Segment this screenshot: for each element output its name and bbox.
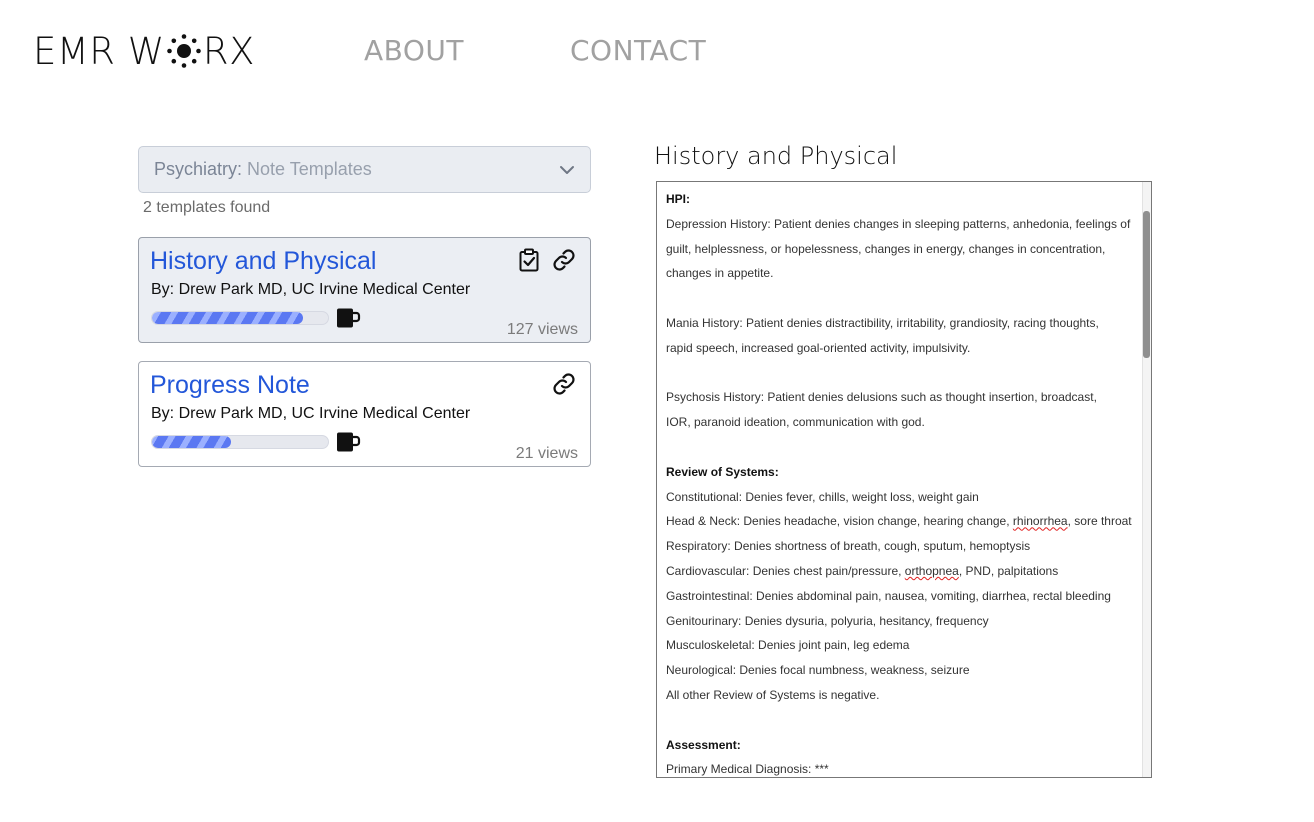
preview-line: Gastrointestinal: Denies abdominal pain,… [666, 588, 1111, 603]
logo-text-start: EMR W [33, 29, 165, 73]
template-category-select[interactable]: Psychiatry: Note Templates [138, 146, 591, 193]
misspelled-word[interactable]: rhinorrhea [1013, 514, 1068, 528]
preview-line: Head & Neck: Denies headache, vision cha… [666, 514, 1132, 529]
coffee-mug-icon [337, 308, 361, 328]
clipboard-check-icon[interactable] [517, 248, 541, 272]
preview-line: Depression History: Patient denies chang… [666, 216, 1131, 231]
logo-text-end: RX [202, 29, 255, 73]
preview-section-heading: Assessment: [666, 737, 741, 752]
template-card-progress-note[interactable]: Progress Note By: Drew Park MD, UC Irvin… [138, 361, 591, 467]
preview-line: changes in appetite. [666, 266, 774, 281]
preview-line: Cardiovascular: Denies chest pain/pressu… [666, 563, 1059, 578]
preview-blank-line [666, 361, 1136, 386]
template-author: By: Drew Park MD, UC Irvine Medical Cent… [151, 281, 471, 298]
popularity-bar [151, 435, 329, 449]
preview-line: Constitutional: Denies fever, chills, we… [666, 489, 979, 504]
emr-worx-logo[interactable]: EMR W RX [33, 26, 255, 76]
preview-line: Neurological: Denies focal numbness, wea… [666, 663, 970, 678]
sun-icon [167, 34, 201, 68]
preview-scrollbar[interactable] [1142, 182, 1151, 777]
template-author: By: Drew Park MD, UC Irvine Medical Cent… [151, 405, 471, 422]
coffee-mug-icon [337, 432, 361, 452]
template-title[interactable]: History and Physical [150, 247, 376, 276]
template-title[interactable]: Progress Note [150, 371, 310, 400]
popularity-bar-fill [152, 436, 232, 448]
preview-section-heading: Review of Systems: [666, 464, 779, 479]
preview-blank-line [666, 435, 1136, 460]
preview-line: All other Review of Systems is negative. [666, 687, 880, 702]
preview-line: Genitourinary: Denies dysuria, polyuria,… [666, 613, 989, 628]
template-card-history-and-physical[interactable]: History and Physical By: Drew Park MD, U… [138, 237, 591, 343]
scrollbar-thumb[interactable] [1143, 211, 1150, 358]
specialty-label: Psychiatry: [154, 159, 243, 179]
preview-line: Musculoskeletal: Denies joint pain, leg … [666, 638, 910, 653]
template-preview-textarea[interactable]: HPI: Depression History: Patient denies c… [656, 181, 1152, 778]
link-icon[interactable] [552, 248, 576, 272]
preview-content[interactable]: HPI: Depression History: Patient denies c… [666, 187, 1136, 777]
preview-title: History and Physical [654, 142, 898, 170]
view-count: 127 views [506, 321, 578, 338]
preview-line: rapid speech, increased goal-oriented ac… [666, 340, 971, 355]
view-count: 21 views [515, 445, 578, 462]
results-count: 2 templates found [143, 199, 271, 216]
preview-line: Primary Medical Diagnosis: *** [666, 762, 829, 777]
chevron-down-icon [560, 166, 574, 174]
preview-blank-line [666, 286, 1136, 311]
popularity-bar [151, 311, 329, 325]
preview-section-heading: HPI: [666, 192, 690, 206]
selected-category: Note Templates [247, 159, 372, 179]
popularity-bar-fill [152, 312, 304, 324]
preview-line: Mania History: Patient denies distractib… [666, 315, 1099, 330]
preview-blank-line [666, 708, 1136, 733]
preview-line: IOR, paranoid ideation, communication wi… [666, 415, 925, 430]
link-icon[interactable] [552, 372, 576, 396]
preview-line: Respiratory: Denies shortness of breath,… [666, 539, 1031, 554]
nav-contact-link[interactable]: CONTACT [570, 34, 706, 67]
misspelled-word[interactable]: orthopnea [905, 564, 959, 578]
preview-line: guilt, helplessness, or hopelessness, ch… [666, 241, 1106, 256]
preview-line: Psychosis History: Patient denies delusi… [666, 390, 1097, 405]
nav-about-link[interactable]: ABOUT [364, 34, 464, 67]
